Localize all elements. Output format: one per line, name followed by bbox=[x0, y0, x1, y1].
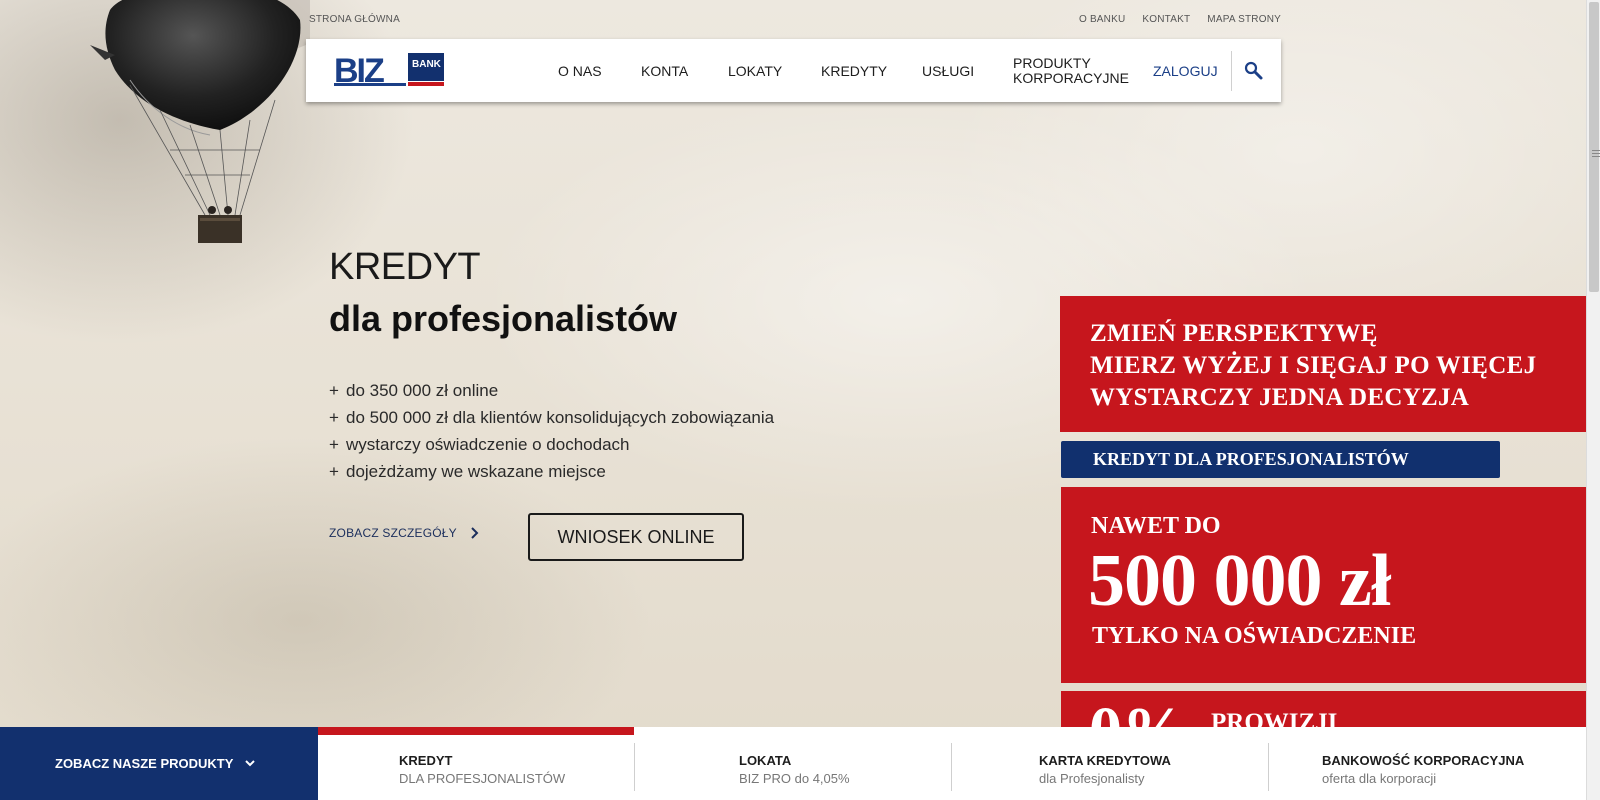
promo-headline-line: WYSTARCZY JEDNA DECYZJA bbox=[1090, 384, 1470, 411]
nav-divider bbox=[1231, 51, 1232, 91]
main-navbar: BIZ BANK O NAS KONTA LOKATY KREDYTY USŁU… bbox=[306, 39, 1281, 102]
chevron-right-icon bbox=[471, 527, 479, 539]
bottom-product-credit-card[interactable]: KARTA KREDYTOWA dla Profesjonalisty bbox=[952, 727, 1268, 800]
utility-link-sitemap[interactable]: MAPA STRONY bbox=[1207, 14, 1281, 25]
bottom-product-title: KARTA KREDYTOWA bbox=[1039, 753, 1171, 768]
chevron-down-icon bbox=[245, 760, 256, 767]
bottom-product-loan[interactable]: KREDYT DLA PROFESJONALISTÓW bbox=[318, 727, 634, 800]
balloon-illustration bbox=[90, 0, 310, 243]
hero-subtitle: dla profesjonalistów bbox=[329, 298, 678, 339]
promo-amount-prefix: NAWET DO bbox=[1091, 513, 1221, 539]
promo-amount: 500 000 zł bbox=[1088, 540, 1391, 622]
nav-item-about[interactable]: O NAS bbox=[558, 39, 602, 102]
utility-link-about-bank[interactable]: O BANKU bbox=[1079, 14, 1125, 25]
bottom-products-bar: ZOBACZ NASZE PRODUKTY KREDYT DLA PROFESJ… bbox=[0, 727, 1586, 800]
bottom-product-title: BANKOWOŚĆ KORPORACYJNA bbox=[1322, 753, 1525, 768]
promo-headline[interactable]: ZMIEŃ PERSPEKTYWĘ MIERZ WYŻEJ I SIĘGAJ P… bbox=[1060, 296, 1586, 432]
promo-headline-line: ZMIEŃ PERSPEKTYWĘ bbox=[1090, 320, 1378, 347]
utility-links: O BANKU KONTAKT MAPA STRONY bbox=[1079, 14, 1281, 25]
nav-item-deposits[interactable]: LOKATY bbox=[728, 39, 782, 102]
nav-item-corporate-products[interactable]: PRODUKTY KORPORACYJNE bbox=[1013, 39, 1129, 102]
hero-benefits-list: + do 350 000 zł online + do 500 000 zł dla… bbox=[329, 377, 774, 485]
utility-link-contact[interactable]: KONTAKT bbox=[1142, 14, 1190, 25]
list-item: + dojeżdżamy we wskazane miejsce bbox=[329, 462, 606, 481]
utility-link-home[interactable]: STRONA GŁÓWNA bbox=[309, 14, 400, 25]
bottom-product-title: LOKATA bbox=[739, 753, 792, 768]
scrollbar-thumb[interactable] bbox=[1589, 2, 1600, 292]
see-details-label: ZOBACZ SZCZEGÓŁY bbox=[329, 526, 457, 540]
hero-title: KREDYT bbox=[329, 246, 481, 288]
online-application-button[interactable]: WNIOSEK ONLINE bbox=[528, 513, 744, 561]
promo-product-tag[interactable]: KREDYT DLA PROFESJONALISTÓW bbox=[1061, 441, 1500, 478]
bottom-product-subtitle: oferta dla korporacji bbox=[1322, 771, 1437, 786]
bottom-product-subtitle: dla Profesjonalisty bbox=[1039, 771, 1145, 786]
see-products-button[interactable]: ZOBACZ NASZE PRODUKTY bbox=[0, 727, 318, 800]
promo-amount-panel[interactable]: NAWET DO 500 000 zł TYLKO NA OŚWIADCZENI… bbox=[1061, 487, 1586, 683]
nav-item-loans[interactable]: KREDYTY bbox=[821, 39, 887, 102]
list-item: + do 350 000 zł online bbox=[329, 381, 499, 400]
page-scrollbar[interactable] bbox=[1586, 0, 1600, 800]
nav-item-accounts[interactable]: KONTA bbox=[641, 39, 688, 102]
nav-item-services[interactable]: USŁUGI bbox=[922, 39, 974, 102]
see-details-link[interactable]: ZOBACZ SZCZEGÓŁY bbox=[329, 526, 479, 540]
list-item: + do 500 000 zł dla klientów konsolidując… bbox=[329, 408, 775, 427]
list-item: + wystarczy oświadczenie o dochodach bbox=[329, 435, 630, 454]
promo-amount-suffix: TYLKO NA OŚWIADCZENIE bbox=[1092, 623, 1417, 649]
bottom-product-subtitle: DLA PROFESJONALISTÓW bbox=[399, 771, 566, 786]
bottom-product-subtitle: BIZ PRO do 4,05% bbox=[739, 771, 850, 786]
nav-login-link[interactable]: ZALOGUJ bbox=[1153, 39, 1218, 102]
bottom-product-title: KREDYT bbox=[399, 753, 453, 768]
bottom-product-corporate-banking[interactable]: BANKOWOŚĆ KORPORACYJNA oferta dla korpor… bbox=[1269, 727, 1586, 800]
bottom-product-deposit[interactable]: LOKATA BIZ PRO do 4,05% bbox=[635, 727, 951, 800]
grip-icon bbox=[1592, 150, 1600, 158]
search-icon[interactable] bbox=[1244, 61, 1264, 81]
promo-headline-line: MIERZ WYŻEJ I SIĘGAJ PO WIĘCEJ bbox=[1090, 352, 1537, 379]
see-products-label: ZOBACZ NASZE PRODUKTY bbox=[55, 756, 234, 771]
promo-fee-panel[interactable]: 0% PROWIZJI bbox=[1061, 691, 1586, 731]
